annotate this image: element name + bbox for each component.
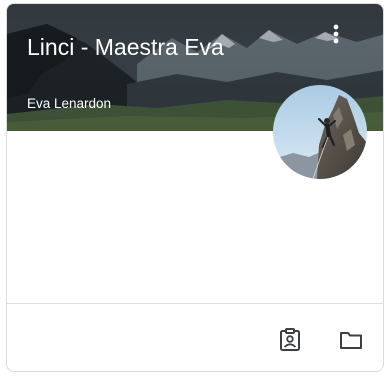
rock-climber-photo — [273, 85, 367, 179]
more-options-button[interactable] — [333, 24, 373, 60]
assignment-ind-icon — [280, 328, 300, 351]
teacher-avatar — [273, 85, 367, 179]
class-card[interactable]: Linci - Maestra Eva Eva Lenardon — [6, 3, 384, 372]
class-title[interactable]: Linci - Maestra Eva — [27, 32, 224, 62]
folder-icon — [340, 332, 362, 349]
teacher-name[interactable]: Eva Lenardon — [27, 95, 111, 113]
more-vert-icon — [333, 24, 339, 44]
footer-divider — [7, 303, 383, 304]
open-your-work-button[interactable] — [274, 324, 306, 356]
open-class-folder-button[interactable] — [335, 324, 367, 356]
